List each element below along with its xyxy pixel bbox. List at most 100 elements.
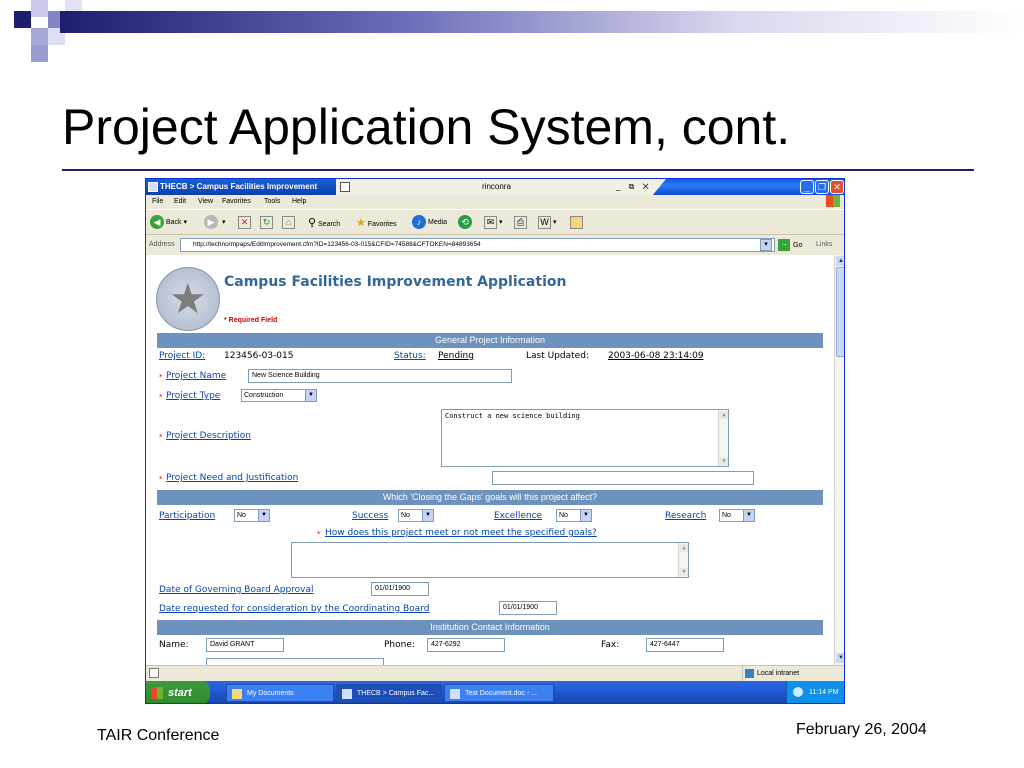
project-type-value: Construction [244, 392, 284, 399]
search-button[interactable]: ⚲ Search [308, 215, 340, 231]
search-label: Search [318, 221, 341, 228]
last-updated-label: Last Updated: [526, 351, 589, 361]
status-link[interactable]: Status: [394, 351, 426, 361]
intranet-icon [745, 669, 754, 678]
project-name-field[interactable]: New Science Building [248, 369, 512, 383]
goals-answer-field[interactable]: ▲ ▼ [291, 542, 689, 578]
ie-icon [148, 182, 158, 192]
task-test-document[interactable]: Test Document.doc - ... [444, 684, 554, 702]
page-scrollbar[interactable]: ▲ ▼ [834, 255, 844, 665]
start-button[interactable]: start [146, 681, 210, 703]
section-closing-the-gaps: Which 'Closing the Gaps' goals will this… [157, 490, 823, 505]
tab-thecb[interactable]: THECB > Campus Facilities Improvement [146, 179, 336, 195]
research-value: No [722, 512, 731, 519]
address-dropdown[interactable]: ▾ [760, 239, 772, 251]
board-approval-link[interactable]: Date of Governing Board Approval [159, 585, 314, 595]
fax-label: Fax: [601, 640, 620, 650]
address-label: Address [149, 241, 175, 248]
need-justification-field[interactable] [492, 471, 754, 485]
menu-edit[interactable]: Edit [174, 195, 186, 209]
research-link[interactable]: Research [665, 511, 706, 521]
email-field[interactable] [206, 658, 384, 665]
participation-select[interactable]: No ▼ [234, 509, 270, 522]
history-button[interactable]: ⟲ [458, 215, 474, 231]
status-bar: Local intranet [146, 665, 844, 681]
need-justification-link[interactable]: Project Need and Justification [166, 473, 298, 483]
status-value: Pending [438, 351, 474, 361]
address-bar: Address http://techno/mpaps/EditImprovem… [146, 236, 844, 254]
project-type-link[interactable]: Project Type [166, 391, 220, 401]
project-name-link[interactable]: Project Name [166, 371, 226, 381]
go-arrow-icon: → [778, 239, 790, 251]
tray-icon[interactable] [793, 687, 803, 697]
taskbar: start My Documents THECB > Campus Fac...… [146, 681, 844, 703]
chevron-down-icon: ▼ [743, 510, 754, 521]
page-content: ★ Campus Facilities Improvement Applicat… [146, 255, 834, 665]
required-mark: * [159, 373, 163, 381]
task-my-documents[interactable]: My Documents [226, 684, 334, 702]
menu-view[interactable]: View [198, 195, 213, 209]
go-button[interactable]: → Go [778, 239, 802, 252]
name-field[interactable]: David GRANT [206, 638, 284, 652]
success-select[interactable]: No ▼ [398, 509, 434, 522]
star-icon: ★ [356, 217, 366, 229]
menu-help[interactable]: Help [292, 195, 306, 209]
stop-icon: ✕ [238, 215, 251, 229]
project-id-link[interactable]: Project ID: [159, 351, 205, 361]
research-select[interactable]: No ▼ [719, 509, 755, 522]
project-type-select[interactable]: Construction ▼ [241, 389, 317, 402]
folder-button[interactable] [570, 215, 583, 231]
project-description-value: Construct a new science building [445, 412, 580, 420]
scroll-thumb[interactable] [836, 267, 844, 357]
scroll-down-icon[interactable]: ▼ [836, 653, 844, 663]
back-button[interactable]: ◀ Back ▾ [150, 215, 187, 231]
tab-thecb-label: THECB > Campus Facilities Improvement [160, 182, 318, 191]
section-institution-contact: Institution Contact Information [157, 620, 823, 635]
address-input[interactable]: http://techno/mpaps/EditImprovement.cfm?… [180, 238, 775, 252]
textarea-scrollbar[interactable]: ▲ ▼ [678, 543, 688, 577]
task-thecb-label: THECB > Campus Fac... [357, 690, 435, 697]
task-my-documents-label: My Documents [247, 690, 294, 697]
links-button[interactable]: Links [816, 236, 832, 254]
project-description-link[interactable]: Project Description [166, 431, 251, 441]
participation-link[interactable]: Participation [159, 511, 215, 521]
menu-bar: File Edit View Favorites Tools Help [146, 195, 844, 209]
media-button[interactable]: ♪ Media [412, 215, 447, 231]
menu-file[interactable]: File [152, 195, 163, 209]
excellence-link[interactable]: Excellence [494, 511, 542, 521]
coord-board-field[interactable]: 01/01/1900 [499, 601, 557, 615]
refresh-button[interactable]: ↻ [260, 215, 273, 231]
pin-icon [340, 182, 350, 192]
coord-board-link[interactable]: Date requested for consideration by the … [159, 604, 429, 614]
favorites-button[interactable]: ★ Favorites [356, 215, 397, 231]
print-button[interactable]: ⎙ [514, 215, 527, 231]
close-button[interactable]: ✕ [830, 180, 844, 194]
word-doc-icon [450, 689, 460, 699]
tab-user-label: rinconra [482, 182, 511, 191]
home-button[interactable]: ⌂ [282, 215, 295, 231]
tab-user[interactable]: rinconra _ ⧉ ✕ [336, 179, 666, 195]
excellence-select[interactable]: No ▼ [556, 509, 592, 522]
tab-window-controls[interactable]: _ ⧉ ✕ [616, 179, 652, 195]
task-thecb[interactable]: THECB > Campus Fac... [336, 684, 442, 702]
success-link[interactable]: Success [352, 511, 388, 521]
forward-button[interactable]: ▶ ▾ [204, 215, 225, 231]
mail-button[interactable]: ✉ ▾ [484, 215, 502, 231]
stop-button[interactable]: ✕ [238, 215, 251, 231]
windows-logo-icon [826, 195, 840, 207]
minimize-button[interactable]: _ [800, 180, 814, 194]
phone-field[interactable]: 427-6292 [427, 638, 505, 652]
favorites-label: Favorites [367, 221, 397, 228]
scroll-up-icon[interactable]: ▲ [836, 256, 844, 266]
textarea-scrollbar[interactable]: ▲ ▼ [718, 410, 728, 466]
browser-screenshot: THECB > Campus Facilities Improvement ri… [145, 178, 845, 704]
page-status-icon [149, 668, 159, 678]
board-approval-field[interactable]: 01/01/1900 [371, 582, 429, 596]
goals-question-link[interactable]: How does this project meet or not meet t… [325, 528, 597, 538]
restore-button[interactable]: ❐ [815, 180, 829, 194]
menu-tools[interactable]: Tools [264, 195, 280, 209]
menu-favorites[interactable]: Favorites [222, 195, 251, 209]
fax-field[interactable]: 427-6447 [646, 638, 724, 652]
word-button[interactable]: W ▾ [538, 215, 556, 231]
project-description-field[interactable]: Construct a new science building ▲ ▼ [441, 409, 729, 467]
